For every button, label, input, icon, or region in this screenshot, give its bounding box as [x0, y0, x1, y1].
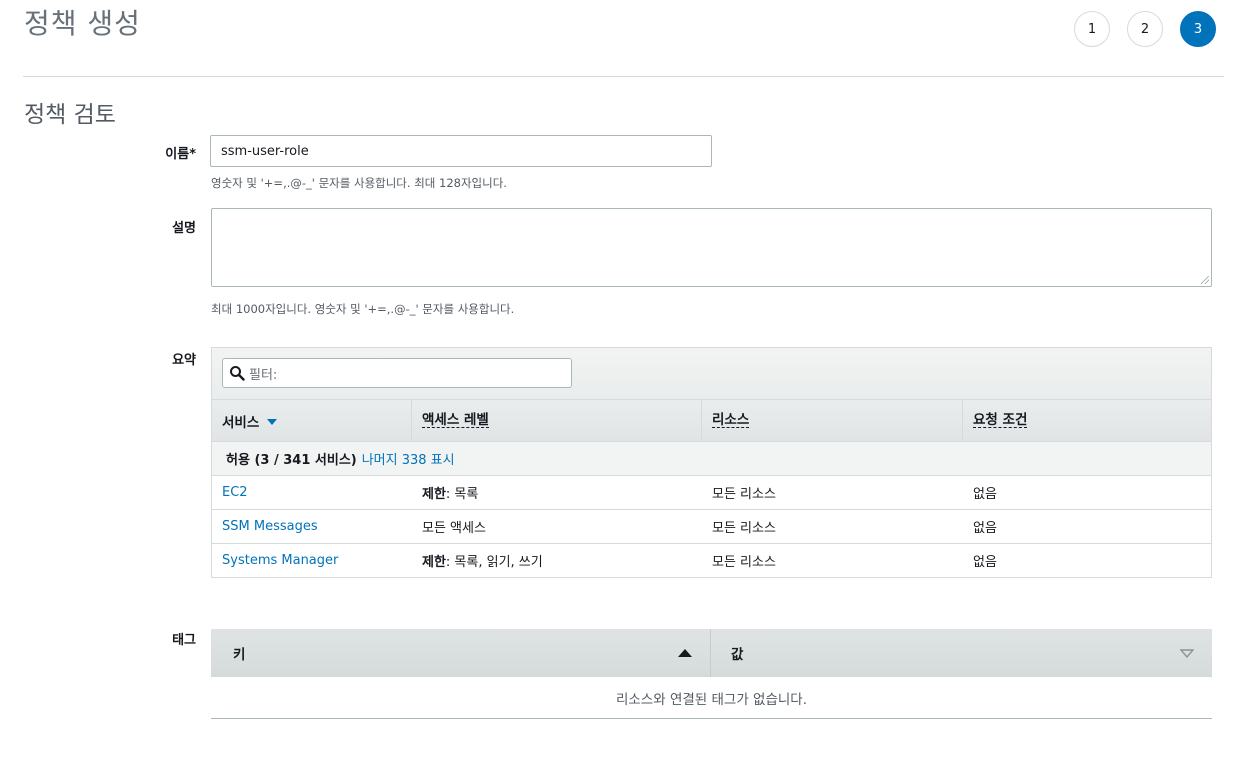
column-value[interactable]: 값: [711, 629, 1212, 677]
column-request-condition-label: 요청 조건: [973, 411, 1028, 429]
column-access-level[interactable]: 액세스 레벨: [412, 400, 702, 441]
column-service[interactable]: 서비스: [212, 400, 412, 441]
filter-placeholder: 필터:: [249, 367, 278, 383]
access-level-cell: 모든 액세스: [412, 517, 702, 536]
service-link-ssm-messages[interactable]: SSM Messages: [222, 519, 318, 534]
tags-empty-message: 리소스와 연결된 태그가 없습니다.: [211, 677, 1212, 719]
summary-table: 필터: 서비스 액세스 레벨 리소스 요청 조건 허용 (3 / 341 서비스…: [211, 347, 1212, 578]
header-divider: [23, 76, 1224, 77]
table-row: SSM Messages 모든 액세스 모든 리소스 없음: [212, 510, 1211, 544]
name-label: 이름*: [165, 147, 196, 162]
resize-handle[interactable]: [1201, 276, 1209, 284]
section-title: 정책 검토: [24, 102, 116, 128]
column-key-label: 키: [233, 647, 246, 663]
table-row: Systems Manager 제한: 목록, 읽기, 쓰기 모든 리소스 없음: [212, 544, 1211, 578]
condition-cell: 없음: [973, 555, 997, 570]
resource-cell: 모든 리소스: [712, 555, 776, 570]
access-level-bold: 제한: [422, 487, 446, 502]
allow-group-label: 허용 (3 / 341 서비스): [226, 453, 357, 468]
condition-cell: 없음: [973, 521, 997, 536]
name-input-value: ssm-user-role: [221, 143, 309, 159]
sort-desc-outline-icon: [1180, 648, 1194, 658]
tags-table-header: 키 값: [211, 629, 1212, 677]
column-service-label: 서비스: [222, 414, 260, 431]
description-label: 설명: [172, 221, 196, 236]
resource-cell: 모든 리소스: [712, 487, 776, 502]
condition-cell: 없음: [973, 487, 997, 502]
name-input[interactable]: ssm-user-role: [210, 135, 712, 167]
tags-table: 키 값 리소스와 연결된 태그가 없습니다.: [211, 629, 1212, 719]
page-title: 정책 생성: [24, 7, 141, 40]
filter-bar: 필터:: [212, 348, 1211, 400]
table-row: EC2 제한: 목록 모든 리소스 없음: [212, 476, 1211, 510]
description-textarea[interactable]: [211, 208, 1212, 287]
access-level-text: 모든 액세스: [422, 521, 486, 536]
filter-input[interactable]: 필터:: [222, 358, 572, 388]
column-request-condition[interactable]: 요청 조건: [963, 400, 1211, 441]
summary-label: 요약: [172, 353, 196, 368]
sort-desc-icon: [267, 418, 278, 425]
column-access-level-label: 액세스 레벨: [422, 411, 489, 429]
access-level-text: : 목록, 읽기, 쓰기: [445, 555, 543, 570]
sort-asc-icon: [678, 649, 692, 657]
service-link-systems-manager[interactable]: Systems Manager: [222, 553, 338, 568]
access-level-cell: 제한: 목록, 읽기, 쓰기: [412, 551, 702, 570]
step-1[interactable]: 1: [1074, 11, 1110, 47]
summary-table-header: 서비스 액세스 레벨 리소스 요청 조건: [212, 400, 1211, 442]
resource-cell: 모든 리소스: [712, 521, 776, 536]
tags-label: 태그: [172, 633, 196, 648]
description-hint: 최대 1000자입니다. 영숫자 및 '+=,.@-_' 문자를 사용합니다.: [211, 302, 515, 316]
access-level-text: : 목록: [445, 487, 479, 502]
access-level-cell: 제한: 목록: [412, 483, 702, 502]
column-key[interactable]: 키: [211, 629, 711, 677]
show-remaining-link[interactable]: 나머지 338 표시: [362, 449, 455, 468]
wizard-steps: 1 2 3: [1074, 11, 1216, 47]
step-2[interactable]: 2: [1127, 11, 1163, 47]
search-icon: [230, 366, 245, 381]
column-value-label: 값: [731, 647, 744, 663]
allow-group-row: 허용 (3 / 341 서비스) 나머지 338 표시: [212, 442, 1211, 476]
step-3-current: 3: [1180, 11, 1216, 47]
column-resource[interactable]: 리소스: [702, 400, 963, 441]
access-level-bold: 제한: [422, 555, 446, 570]
name-hint: 영숫자 및 '+=,.@-_' 문자를 사용합니다. 최대 128자입니다.: [211, 176, 507, 190]
service-link-ec2[interactable]: EC2: [222, 485, 248, 500]
column-resource-label: 리소스: [712, 411, 750, 429]
